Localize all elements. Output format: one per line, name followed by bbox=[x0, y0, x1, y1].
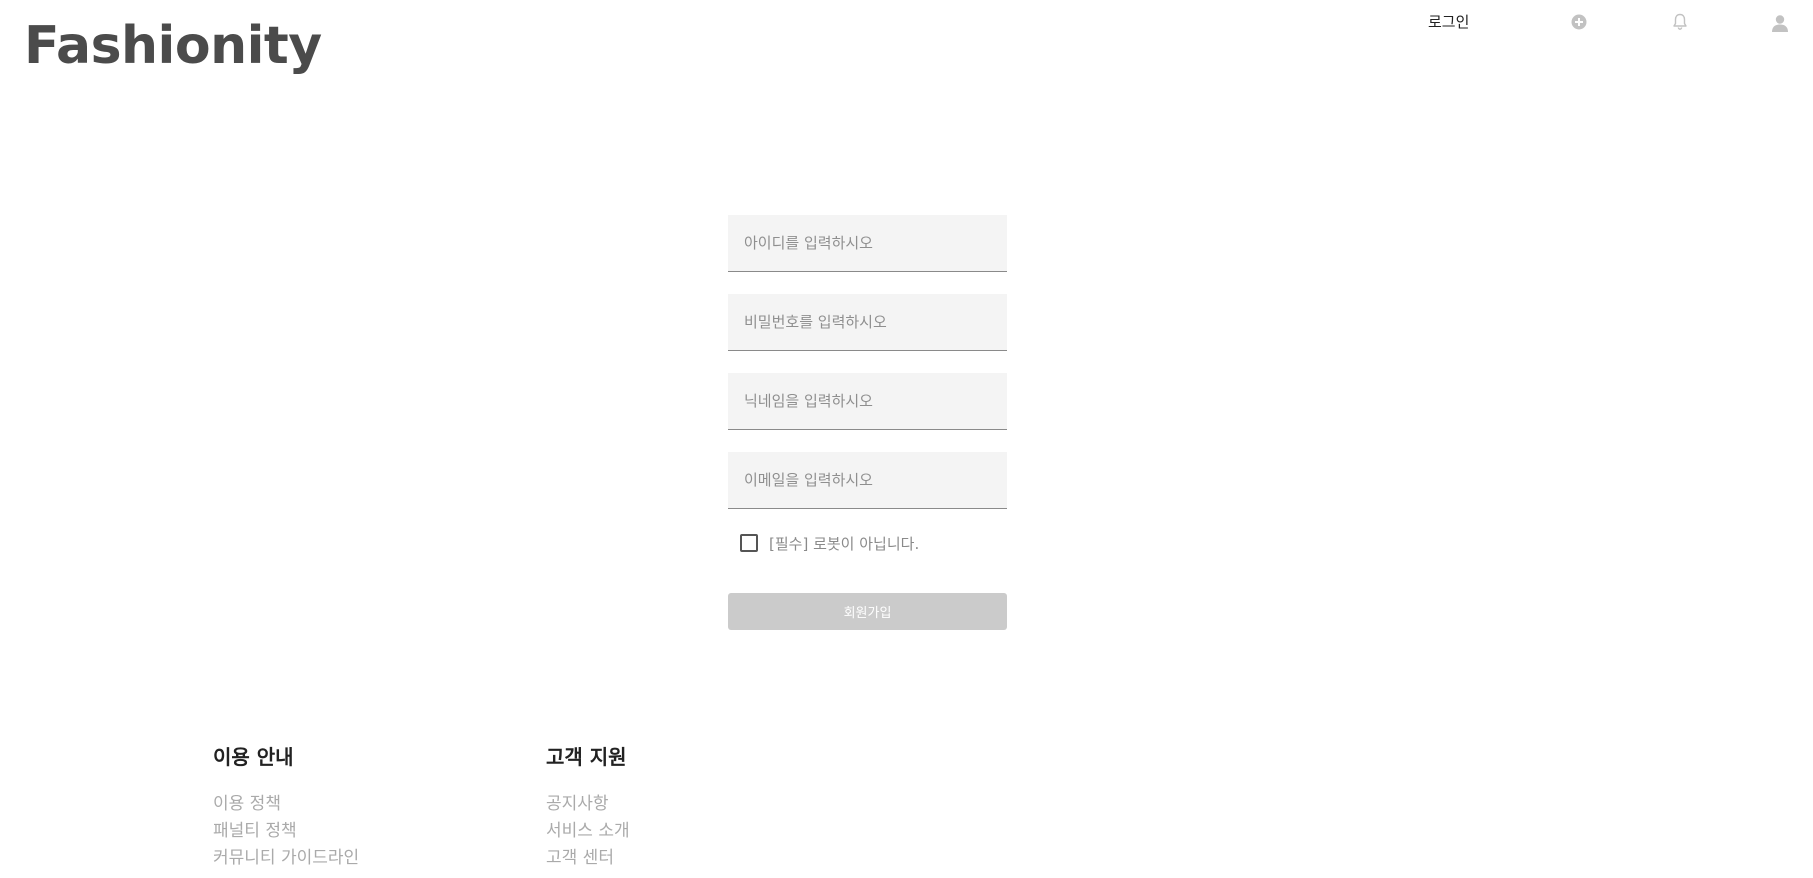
footer-support-section: 고객 지원 공지사항 서비스 소개 고객 센터 bbox=[546, 744, 630, 872]
signup-form: [필수] 로봇이 아닙니다. 회원가입 bbox=[728, 215, 1007, 630]
footer-link-service-intro[interactable]: 서비스 소개 bbox=[546, 818, 630, 845]
login-link[interactable]: 로그인 bbox=[1428, 11, 1469, 32]
email-input[interactable] bbox=[728, 452, 1007, 509]
robot-check-row: [필수] 로봇이 아닙니다. bbox=[728, 531, 1007, 555]
password-input[interactable] bbox=[728, 294, 1007, 351]
user-icon[interactable] bbox=[1770, 13, 1790, 33]
id-input[interactable] bbox=[728, 215, 1007, 272]
footer-link-penalty-policy[interactable]: 패널티 정책 bbox=[213, 818, 359, 845]
robot-check-label[interactable]: [필수] 로봇이 아닙니다. bbox=[769, 533, 919, 554]
top-navigation: 로그인 bbox=[0, 0, 1813, 44]
nickname-input[interactable] bbox=[728, 373, 1007, 430]
footer-usage-section: 이용 안내 이용 정책 패널티 정책 커뮤니티 가이드라인 bbox=[213, 744, 359, 872]
add-circle-icon[interactable] bbox=[1569, 12, 1589, 32]
robot-checkbox[interactable] bbox=[740, 534, 758, 552]
bell-icon[interactable] bbox=[1670, 12, 1690, 32]
footer-support-heading: 고객 지원 bbox=[546, 745, 627, 769]
footer-link-notices[interactable]: 공지사항 bbox=[546, 791, 630, 818]
signup-button[interactable]: 회원가입 bbox=[728, 593, 1007, 630]
footer-link-customer-center[interactable]: 고객 센터 bbox=[546, 845, 630, 872]
footer-usage-heading: 이용 안내 bbox=[213, 745, 294, 769]
footer-link-usage-policy[interactable]: 이용 정책 bbox=[213, 791, 359, 818]
footer-link-community-guidelines[interactable]: 커뮤니티 가이드라인 bbox=[213, 845, 359, 872]
signup-page: Fashionity 로그인 아이디를 입력하시오 닉네임을 입력하시오 이메일… bbox=[0, 0, 1813, 878]
